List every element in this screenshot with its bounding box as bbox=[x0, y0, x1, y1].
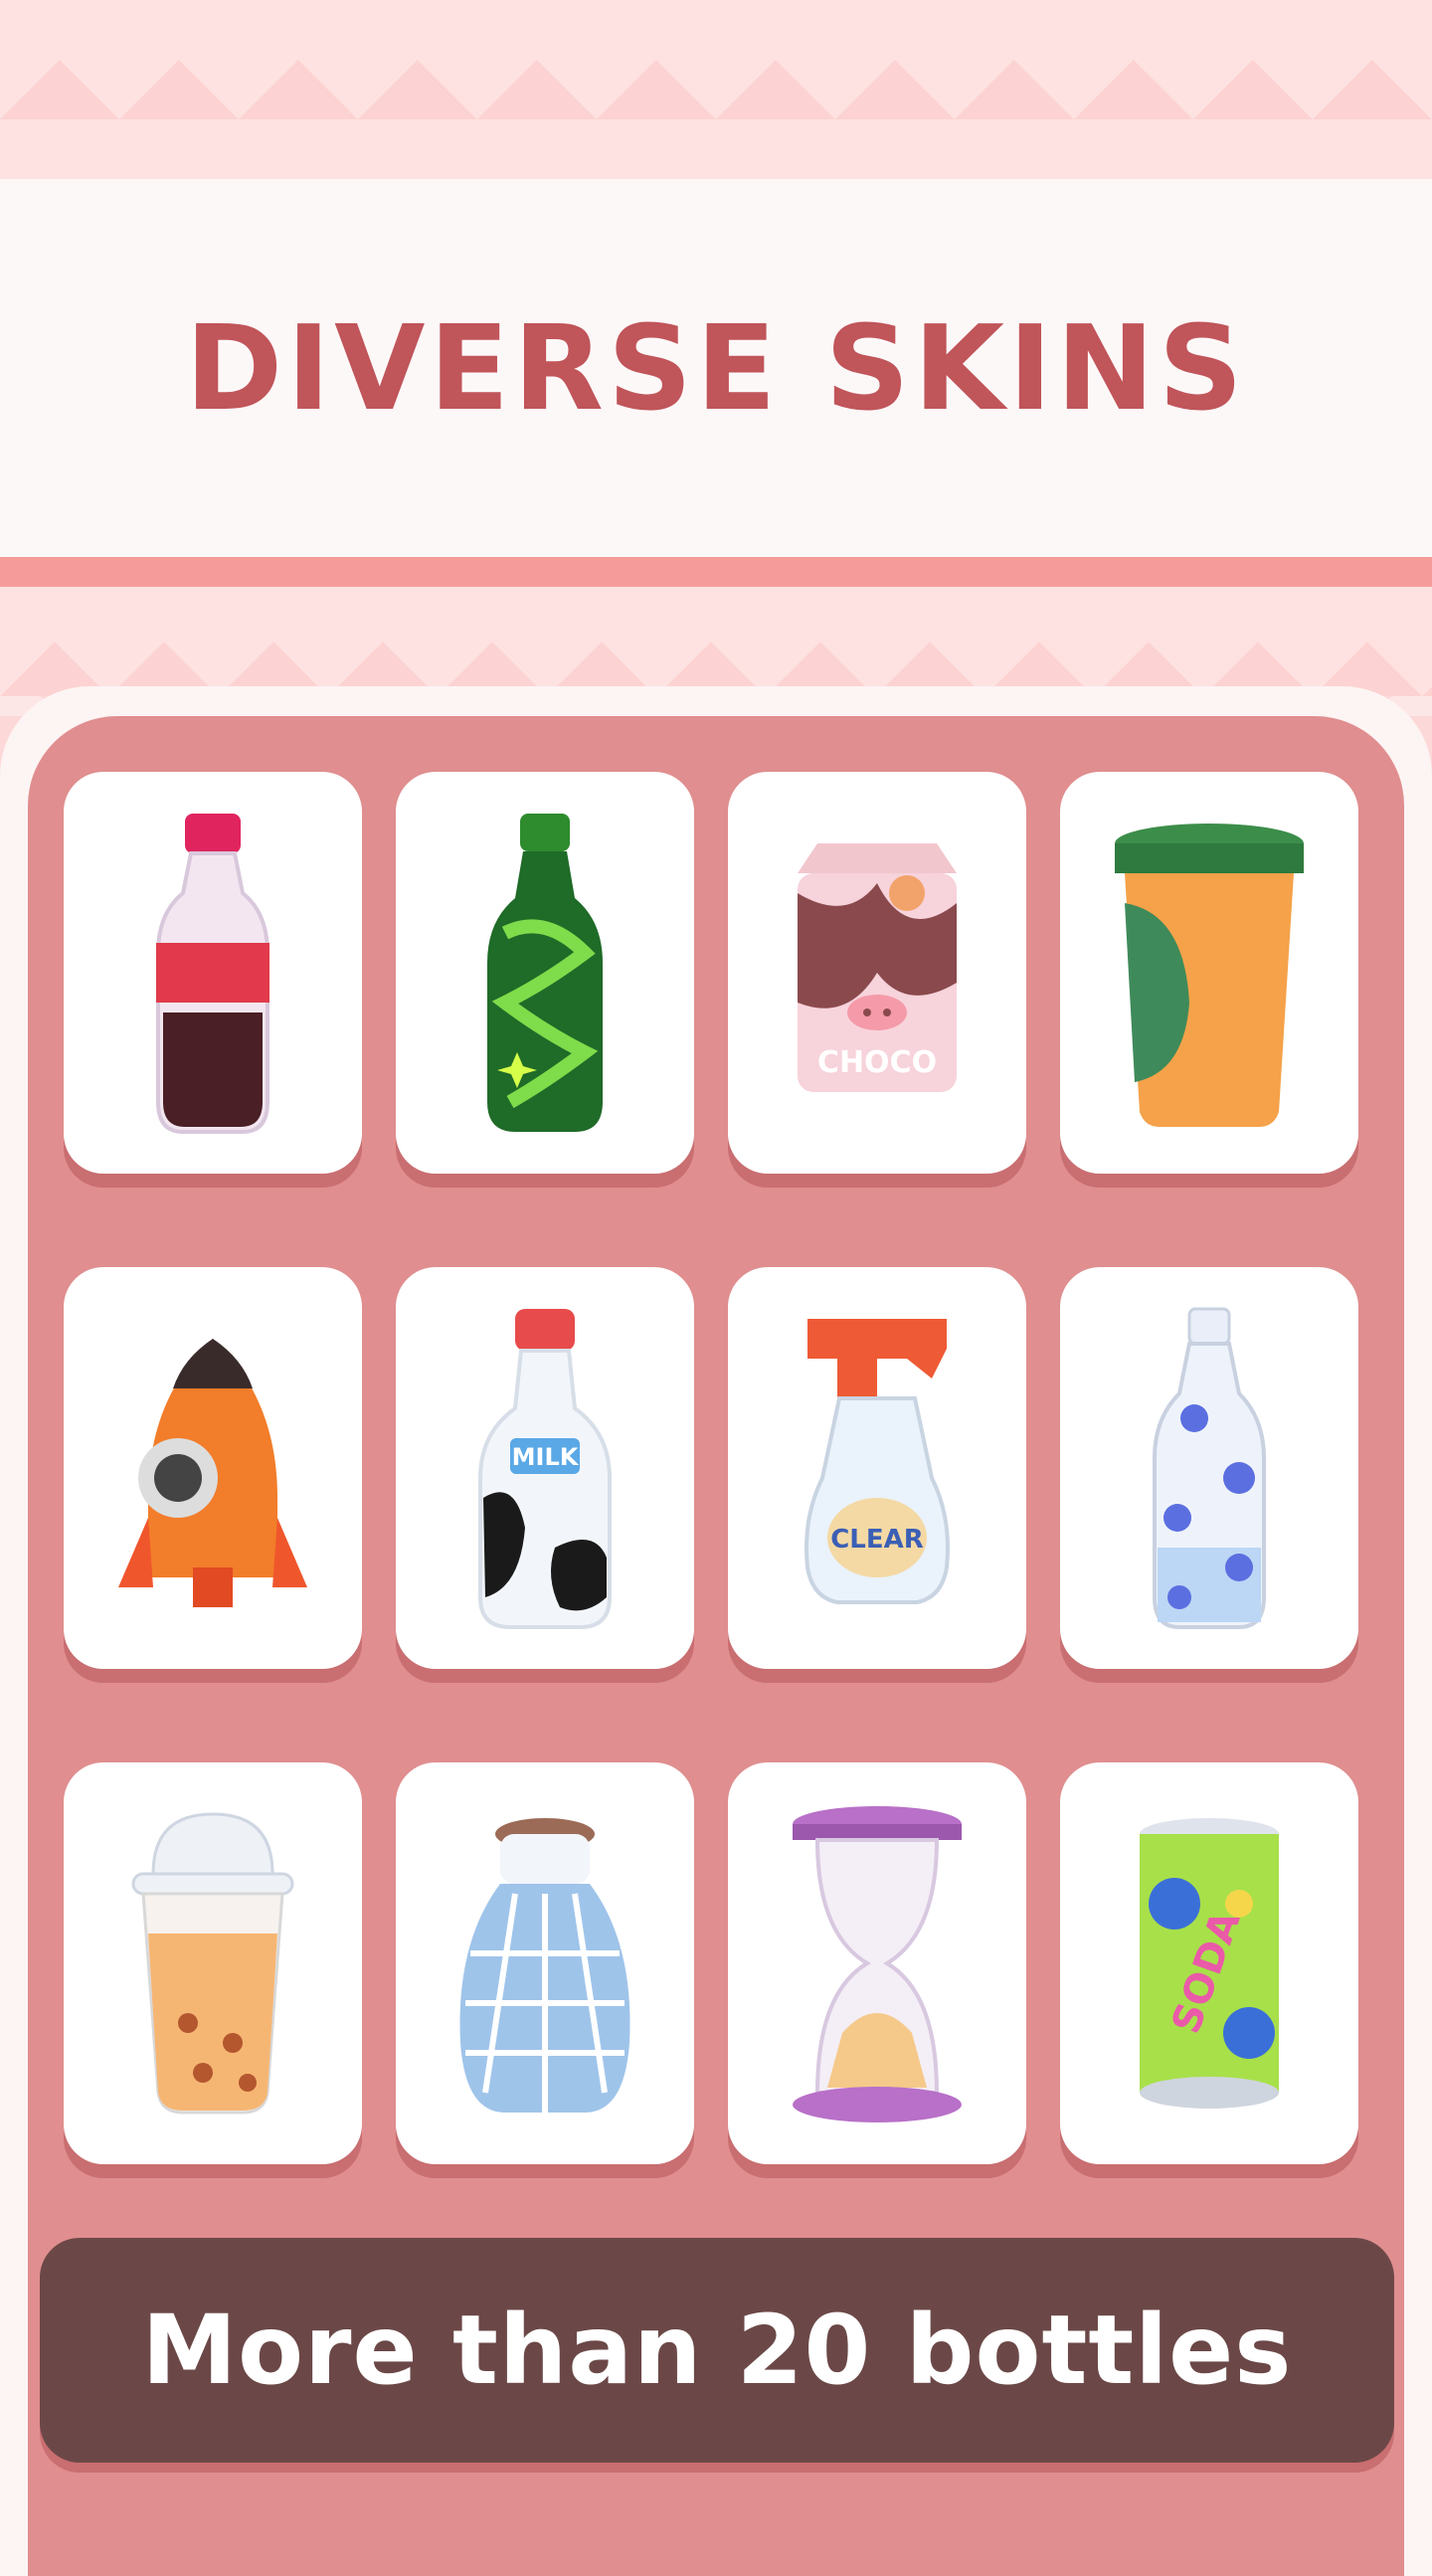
cola-bottle-icon bbox=[156, 814, 269, 1134]
footer-caption: More than 20 bottles bbox=[141, 2295, 1293, 2406]
skin-card-spray[interactable]: CLEAR bbox=[728, 1267, 1026, 1669]
skin-card-tumbler[interactable] bbox=[1060, 772, 1358, 1174]
skin-card-soda-can[interactable]: SODA bbox=[1060, 1762, 1358, 2164]
skin-card-choco-carton[interactable]: CHOCO bbox=[728, 772, 1026, 1174]
skin-card-bubble-tea[interactable] bbox=[64, 1762, 362, 2164]
skin-card-cork-vase[interactable] bbox=[396, 1762, 694, 2164]
bubble-tea-cup-icon bbox=[131, 1812, 294, 2115]
skin-card-hourglass[interactable] bbox=[728, 1762, 1026, 2164]
clear-label: CLEAR bbox=[830, 1525, 924, 1555]
skins-grid: CHOCO MILK CLEAR SODA bbox=[64, 772, 1368, 2164]
soda-can-icon: SODA bbox=[1140, 1818, 1279, 2109]
tumbler-cup-icon bbox=[1115, 824, 1304, 1127]
choco-label: CHOCO bbox=[817, 1045, 937, 1080]
milk-bottle-icon: MILK bbox=[478, 1309, 612, 1629]
hourglass-icon bbox=[793, 1806, 962, 2122]
spray-bottle-icon: CLEAR bbox=[805, 1319, 950, 1604]
skin-card-rocket[interactable] bbox=[64, 1267, 362, 1669]
page-title: DIVERSE SKINS bbox=[185, 299, 1247, 437]
skin-card-flower-bottle[interactable] bbox=[1060, 1267, 1358, 1669]
mid-background-pattern bbox=[0, 587, 1432, 696]
rocket-bottle-icon bbox=[118, 1339, 307, 1607]
top-background-pattern bbox=[0, 0, 1432, 179]
footer-banner: More than 20 bottles bbox=[40, 2238, 1394, 2463]
skin-card-cola[interactable] bbox=[64, 772, 362, 1174]
cork-vase-bottle-icon bbox=[459, 1818, 630, 2113]
title-banner: DIVERSE SKINS bbox=[0, 179, 1432, 557]
flower-water-bottle-icon bbox=[1153, 1307, 1266, 1629]
milk-label: MILK bbox=[512, 1443, 580, 1471]
skin-card-milk[interactable]: MILK bbox=[396, 1267, 694, 1669]
green-soda-bottle-icon bbox=[487, 814, 603, 1132]
banner-stripe bbox=[0, 557, 1432, 587]
skin-card-green-soda[interactable] bbox=[396, 772, 694, 1174]
choco-milk-carton-icon: CHOCO bbox=[798, 843, 957, 1092]
